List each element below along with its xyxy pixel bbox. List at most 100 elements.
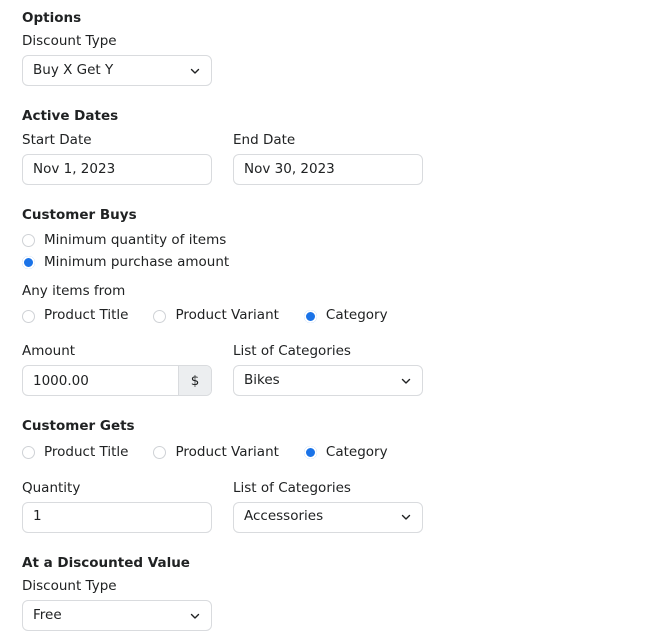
radio-gets-product-variant[interactable]: Product Variant — [153, 443, 279, 460]
amount-wrap: 1000.00 $ — [22, 365, 212, 397]
options-col-left: Buy X Get Y — [22, 55, 212, 87]
label-end-date: End Date — [233, 131, 296, 148]
end-date-label-wrap: End Date — [233, 132, 423, 154]
radio-buys-product-variant-label: Product Variant — [175, 307, 279, 324]
currency-suffix[interactable]: $ — [178, 366, 211, 396]
section-options: Options Discount Type Buy X Get Y — [22, 10, 659, 87]
radio-buys-category-label: Category — [325, 307, 388, 324]
radio-unchecked-icon — [22, 446, 35, 459]
radio-checked-icon — [303, 446, 317, 459]
radio-buys-category[interactable]: Category — [303, 307, 388, 324]
section-heading-customer-buys: Customer Buys — [22, 206, 137, 223]
label-buys-list-of-categories: List of Categories — [233, 343, 351, 360]
chevron-down-icon — [189, 65, 201, 77]
quantity-input[interactable]: 1 — [22, 501, 212, 533]
radio-gets-product-variant-label: Product Variant — [175, 443, 279, 460]
label-amount: Amount — [22, 343, 76, 360]
discounted-value-row: Free — [22, 600, 659, 631]
radio-row-min-purchase: Minimum purchase amount — [22, 252, 659, 274]
radio-minimum-purchase-amount[interactable]: Minimum purchase amount — [22, 256, 229, 270]
radio-group-buys-items-from: Product Title Product Variant Category — [22, 305, 659, 327]
radio-minimum-purchase-amount-label: Minimum purchase amount — [44, 254, 230, 271]
quantity-value: 1 — [33, 510, 42, 524]
gets-fields-labels-row: Quantity List of Categories — [22, 480, 659, 502]
chevron-down-icon — [400, 375, 412, 387]
radio-checked-icon — [303, 309, 317, 323]
radio-unchecked-icon — [22, 234, 35, 248]
label-discounted-value-discount-type: Discount Type — [22, 577, 117, 594]
discounted-value-select-value: Free — [33, 608, 62, 623]
gets-categories-wrap: Accessories — [233, 501, 423, 533]
buys-fields-labels-row: Amount List of Categories — [22, 343, 659, 365]
buys-categories-wrap: Bikes — [233, 365, 423, 397]
end-date-value: Nov 30, 2023 — [244, 162, 335, 176]
amount-value: 1000.00 — [33, 372, 89, 389]
currency-symbol-icon: $ — [190, 372, 200, 389]
section-heading-active-dates: Active Dates — [22, 108, 119, 125]
buys-categories-label-wrap: List of Categories — [233, 343, 423, 365]
label-any-items-from: Any items from — [22, 282, 126, 299]
section-customer-gets: Customer Gets Product Title Product Vari… — [22, 418, 659, 533]
section-heading-customer-gets: Customer Gets — [22, 418, 135, 435]
radio-gets-product-title[interactable]: Product Title — [22, 443, 129, 460]
amount-label-wrap: Amount — [22, 343, 212, 365]
chevron-down-icon — [400, 511, 412, 523]
label-start-date: Start Date — [22, 131, 92, 148]
gets-categories-select-value: Accessories — [244, 510, 324, 524]
radio-gets-product-title-label: Product Title — [44, 443, 129, 460]
discounted-value-select[interactable]: Free — [22, 600, 212, 631]
start-date-input[interactable]: Nov 1, 2023 — [22, 153, 212, 185]
buys-categories-select[interactable]: Bikes — [233, 365, 423, 397]
radio-unchecked-icon — [153, 446, 167, 459]
radio-minimum-quantity-of-items[interactable]: Minimum quantity of items — [22, 234, 226, 248]
chevron-down-icon — [189, 610, 201, 622]
radio-checked-icon — [22, 256, 35, 270]
section-heading-discounted-value: At a Discounted Value — [22, 554, 190, 571]
buys-categories-select-value: Bikes — [244, 374, 280, 388]
label-discount-type: Discount Type — [22, 33, 117, 50]
radio-gets-category-label: Category — [325, 443, 388, 460]
section-discounted-value: At a Discounted Value Discount Type Free — [22, 555, 659, 631]
gets-categories-label-wrap: List of Categories — [233, 480, 423, 502]
gets-categories-select[interactable]: Accessories — [233, 501, 423, 533]
amount-input[interactable]: 1000.00 — [23, 366, 178, 395]
radio-buys-product-title[interactable]: Product Title — [22, 309, 128, 323]
options-row: Buy X Get Y — [22, 55, 659, 87]
radio-row-min-quantity: Minimum quantity of items — [22, 230, 659, 252]
radio-minimum-quantity-of-items-label: Minimum quantity of items — [44, 232, 227, 249]
section-active-dates: Active Dates Start Date End Date Nov 1, … — [22, 108, 659, 185]
label-quantity: Quantity — [22, 479, 81, 496]
discounted-value-col-left: Free — [22, 600, 212, 631]
start-date-wrap: Nov 1, 2023 — [22, 153, 212, 185]
discount-type-select-value: Buy X Get Y — [33, 64, 114, 78]
quantity-wrap: 1 — [22, 501, 212, 533]
gets-fields-inputs-row: 1 Accessories — [22, 501, 659, 533]
quantity-label-wrap: Quantity — [22, 480, 212, 502]
radio-unchecked-icon — [22, 309, 35, 323]
radio-group-gets-items-from: Product Title Product Variant Category — [22, 442, 659, 464]
radio-buys-product-title-label: Product Title — [44, 307, 129, 324]
end-date-wrap: Nov 30, 2023 — [233, 153, 423, 185]
section-heading-options: Options — [22, 10, 82, 26]
radio-buys-product-variant[interactable]: Product Variant — [153, 307, 279, 324]
end-date-input[interactable]: Nov 30, 2023 — [233, 153, 423, 185]
buys-fields-inputs-row: 1000.00 $ Bikes — [22, 365, 659, 397]
active-dates-inputs-row: Nov 1, 2023 Nov 30, 2023 — [22, 153, 659, 185]
start-date-value: Nov 1, 2023 — [33, 162, 116, 176]
amount-input-group: 1000.00 $ — [22, 365, 212, 397]
radio-unchecked-icon — [153, 309, 167, 323]
start-date-label-wrap: Start Date — [22, 132, 212, 154]
active-dates-labels-row: Start Date End Date — [22, 132, 659, 154]
section-customer-buys: Customer Buys Minimum quantity of items … — [22, 207, 659, 397]
radio-gets-category[interactable]: Category — [303, 443, 388, 460]
discount-form: Options Discount Type Buy X Get Y Active… — [0, 0, 659, 631]
discount-type-select[interactable]: Buy X Get Y — [22, 55, 212, 87]
label-gets-list-of-categories: List of Categories — [233, 479, 351, 496]
